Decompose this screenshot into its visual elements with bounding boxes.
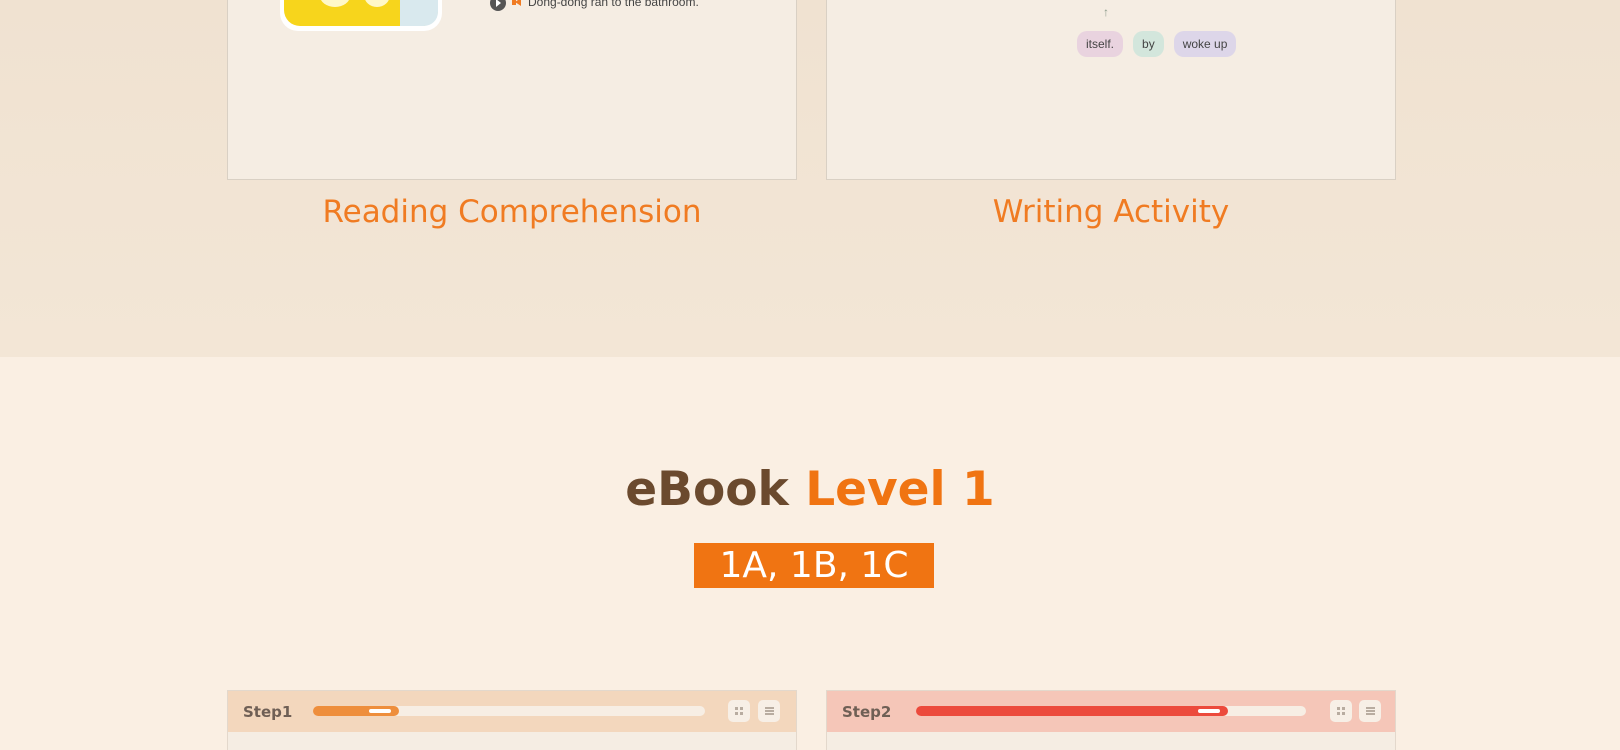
list-view-button[interactable] <box>1359 700 1381 722</box>
features-section: Dong-dong ran to the bathroom. ↑ itself.… <box>0 0 1620 357</box>
step-label: Step2 <box>842 703 892 721</box>
writing-activity-caption: Writing Activity <box>992 194 1230 230</box>
progress-track[interactable] <box>313 706 705 716</box>
ebook-title-level: Level 1 <box>805 462 995 517</box>
word-chip[interactable]: by <box>1133 31 1164 57</box>
sentence-text: Dong-dong ran to the bathroom. <box>528 0 699 9</box>
progress-track[interactable] <box>916 706 1306 716</box>
speaker-icon[interactable] <box>512 0 522 8</box>
list-icon <box>1365 707 1375 715</box>
step2-header: Step2 <box>827 691 1395 732</box>
step2-panel: Step2 <box>826 690 1396 750</box>
progress-fill <box>916 706 1228 716</box>
level-badge: 1A, 1B, 1C <box>694 543 934 588</box>
grid-view-button[interactable] <box>1330 700 1352 722</box>
ebook-title: eBook Level 1 <box>0 462 1620 517</box>
story-illustration <box>280 0 442 31</box>
word-chip[interactable]: woke up <box>1173 31 1237 57</box>
grid-view-button[interactable] <box>728 700 750 722</box>
arrow-up-icon: ↑ <box>1103 5 1109 19</box>
list-icon <box>764 707 774 715</box>
writing-activity-preview: ↑ itself. by woke up <box>826 0 1396 180</box>
ebook-title-main: eBook <box>625 462 789 517</box>
word-chip[interactable]: itself. <box>1077 31 1124 57</box>
sentence-row: Dong-dong ran to the bathroom. <box>490 0 699 13</box>
word-chips: itself. by woke up <box>1077 31 1237 57</box>
list-view-button[interactable] <box>758 700 780 722</box>
play-icon[interactable] <box>490 0 506 11</box>
grid-icon <box>735 707 743 715</box>
reading-comprehension-caption: Reading Comprehension <box>322 194 702 230</box>
reading-comprehension-preview: Dong-dong ran to the bathroom. <box>227 0 797 180</box>
progress-fill <box>313 706 400 716</box>
step1-panel: Step1 <box>227 690 797 750</box>
step1-header: Step1 <box>228 691 796 732</box>
step-label: Step1 <box>243 703 293 721</box>
grid-icon <box>1337 707 1345 715</box>
